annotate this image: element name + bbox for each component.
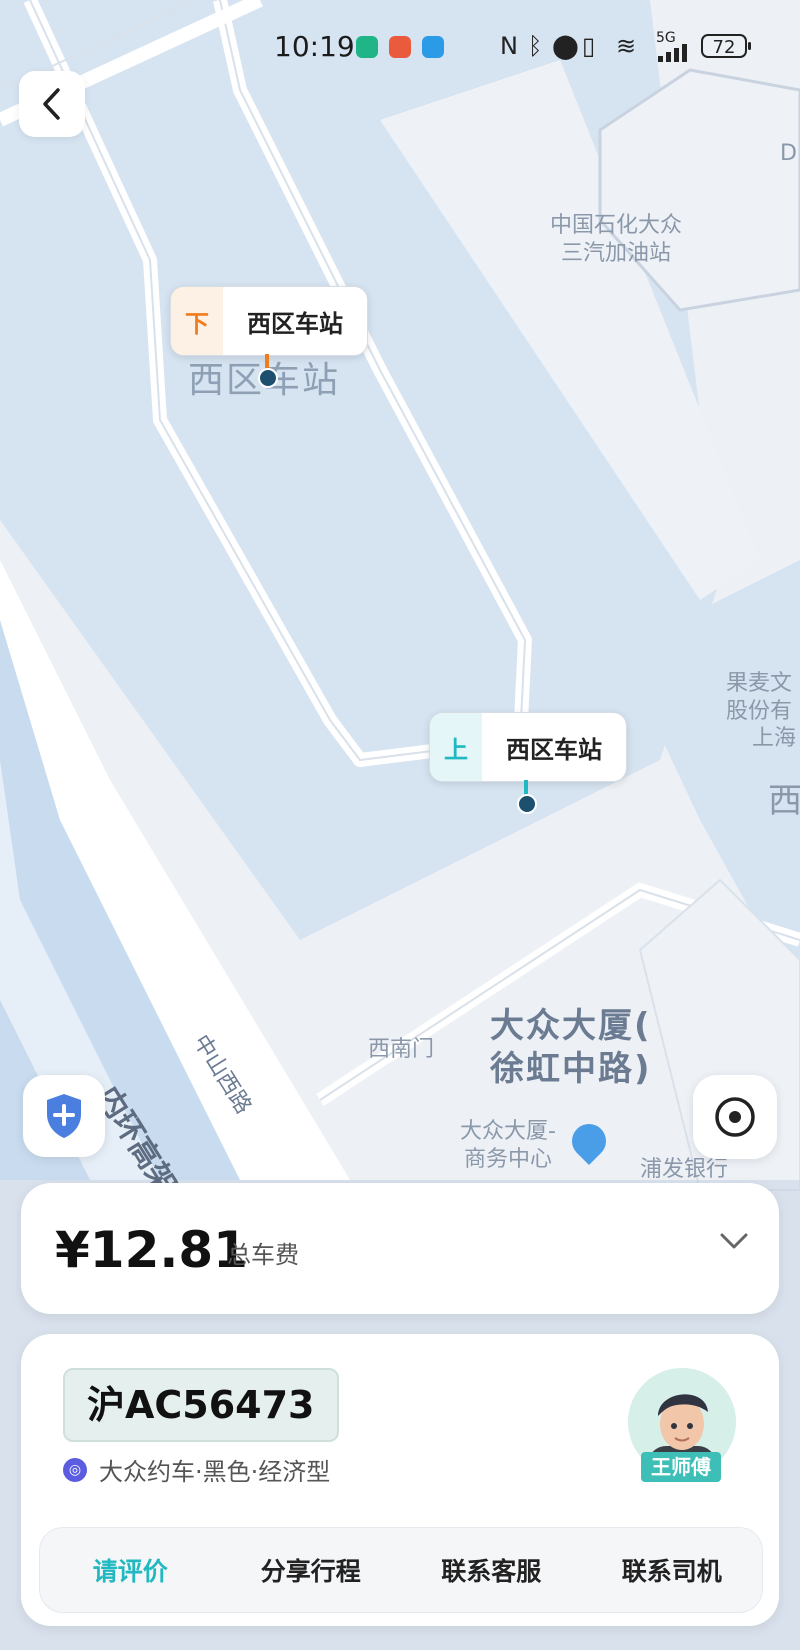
chevron-down-icon[interactable] [719, 1231, 749, 1251]
license-plate: 沪AC56473 [63, 1368, 339, 1442]
back-button[interactable] [19, 71, 85, 137]
dropoff-marker-label[interactable]: 下 西区车站 [170, 286, 368, 356]
map-label-business-center: 大众大厦- 商务中心 [460, 1118, 556, 1173]
status-time: 10:19 [274, 30, 355, 63]
share-trip-button[interactable]: 分享行程 [221, 1528, 402, 1612]
locate-icon [715, 1097, 755, 1137]
app-notification-icon [389, 36, 411, 58]
pickup-marker-label[interactable]: 上 西区车站 [429, 712, 627, 782]
contact-driver-button[interactable]: 联系司机 [582, 1528, 763, 1612]
driver-card: 沪AC56473 ◎ 大众约车·黑色·经济型 王师傅 请评价 分享行程 联系客服… [21, 1334, 779, 1626]
building-line2: 徐虹中路) [490, 1048, 652, 1089]
map-label-building: 大众大厦( 徐虹中路) [490, 1005, 652, 1090]
car-info: ◎ 大众约车·黑色·经济型 [63, 1452, 330, 1487]
fare-amount: ¥12.81 [55, 1221, 248, 1279]
right-company-line1: 果麦文 [726, 671, 793, 696]
gas-station-line1: 中国石化大众 [550, 213, 683, 238]
right-company-line2: 股份有 [726, 698, 793, 724]
status-bar: 10:19 N ᛒ ⬤ ▯ ≋ 5G 72 [0, 30, 800, 66]
wifi-icon: ≋ [616, 32, 637, 60]
dropoff-name: 西区车站 [247, 309, 343, 338]
rate-trip-button[interactable]: 请评价 [40, 1528, 221, 1612]
pickup-tag: 上 [430, 713, 482, 781]
battery-indicator: 72 [701, 34, 751, 58]
contact-support-button[interactable]: 联系客服 [401, 1528, 582, 1612]
pickup-name: 西区车站 [506, 735, 602, 764]
signal-bars [658, 44, 692, 62]
map-label-south-gate: 西南门 [368, 1037, 435, 1062]
dropoff-pin-dot [258, 368, 278, 388]
nfc-icon: N [500, 32, 518, 60]
bluetooth-icon: ᛒ [528, 32, 543, 60]
app-notification-icon [356, 36, 378, 58]
dropoff-tag: 下 [171, 287, 223, 355]
back-arrow-icon [43, 88, 60, 120]
action-bar: 请评价 分享行程 联系客服 联系司机 [39, 1527, 763, 1613]
location-icon: ⬤ [552, 32, 579, 60]
map-label-right-west: 西 [768, 781, 800, 821]
message-icon [422, 36, 444, 58]
fare-label: 总车费 [227, 1241, 299, 1269]
signal-icon: 5G [656, 30, 687, 62]
vibrate-icon: ▯ [582, 32, 596, 60]
fare-card[interactable]: ¥12.81 总车费 [21, 1183, 779, 1314]
shield-icon [47, 1094, 81, 1138]
car-service-logo-icon: ◎ [63, 1457, 87, 1482]
right-company-line3: 上海 [752, 726, 797, 751]
locate-button[interactable] [693, 1075, 777, 1159]
map-label-right-top: D [780, 141, 797, 166]
pickup-pin-dot [517, 794, 537, 814]
safety-shield-button[interactable] [23, 1075, 105, 1157]
car-info-text: 大众约车·黑色·经济型 [99, 1458, 331, 1486]
business-center-line2: 商务中心 [463, 1146, 552, 1172]
gas-station-line2: 三汽加油站 [561, 240, 672, 266]
map-label-right-company: 果麦文 股份有 上海 [726, 670, 796, 753]
driver-name-badge: 王师傅 [641, 1452, 721, 1482]
building-line1: 大众大厦( [490, 1006, 652, 1046]
business-center-line1: 大众大厦- [460, 1119, 556, 1144]
map-label-bank: 浦发银行 [640, 1157, 729, 1182]
map-label-gas-station: 中国石化大众 三汽加油站 [550, 212, 682, 267]
